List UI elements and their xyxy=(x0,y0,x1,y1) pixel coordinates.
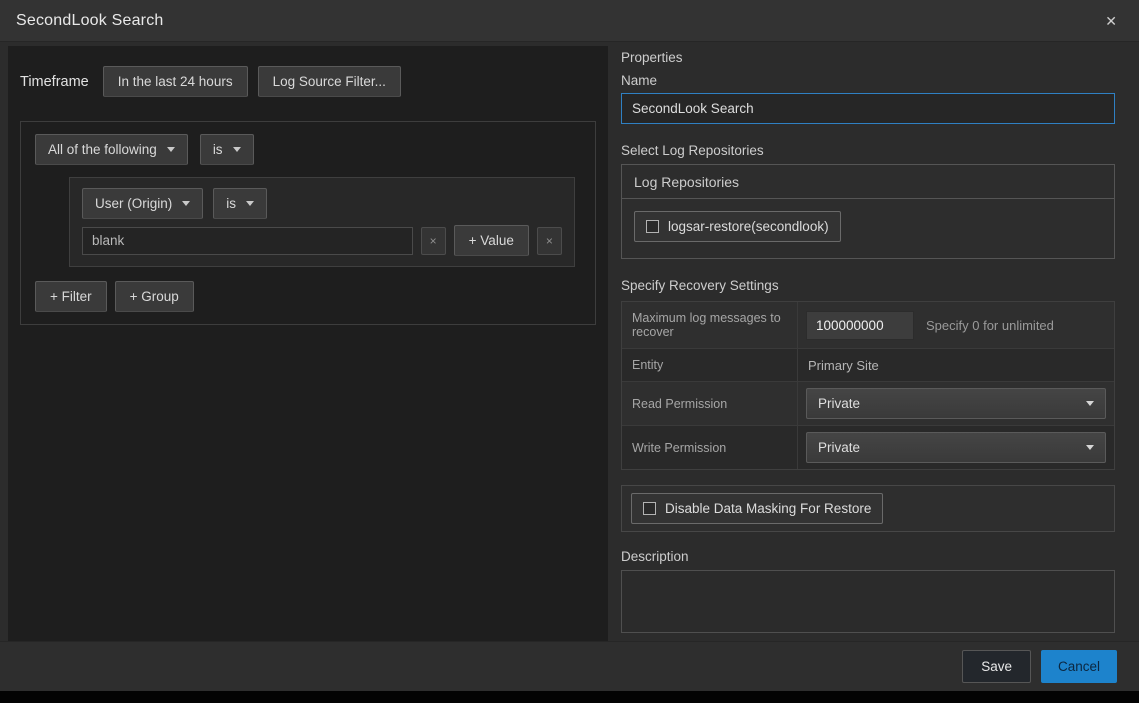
dialog-titlebar: SecondLook Search ✕ xyxy=(0,0,1139,42)
timeframe-row: Timeframe In the last 24 hours Log Sourc… xyxy=(20,66,596,97)
chevron-down-icon xyxy=(246,201,254,206)
table-row: Maximum log messages to recover Specify … xyxy=(622,302,1114,349)
secondlook-search-dialog: SecondLook Search ✕ Timeframe In the las… xyxy=(0,0,1139,703)
group-operator-label: All of the following xyxy=(48,142,157,157)
remove-filter-button[interactable]: × xyxy=(537,227,562,255)
chevron-down-icon xyxy=(182,201,190,206)
write-permission-value: Private xyxy=(818,440,860,455)
filter-rule-box: User (Origin) is × + Value × xyxy=(69,177,575,267)
cancel-button[interactable]: Cancel xyxy=(1041,650,1117,683)
log-repositories-box-title: Log Repositories xyxy=(622,165,1114,199)
filter-panel: Timeframe In the last 24 hours Log Sourc… xyxy=(8,46,608,641)
name-label: Name xyxy=(621,73,1115,88)
properties-section-label: Properties xyxy=(621,50,1115,65)
desktop-background-strip xyxy=(0,691,1139,703)
table-row: Read Permission Private xyxy=(622,382,1114,426)
add-filter-button[interactable]: + Filter xyxy=(35,281,107,312)
chevron-down-icon xyxy=(233,147,241,152)
dialog-footer: Save Cancel xyxy=(0,641,1139,691)
properties-panel: Properties Name Select Log Repositories … xyxy=(621,50,1115,638)
disable-masking-checkbox-item[interactable]: Disable Data Masking For Restore xyxy=(631,493,883,524)
rule-value-row: × + Value × xyxy=(82,225,562,256)
entity-cell: Primary Site xyxy=(798,349,1114,381)
save-button[interactable]: Save xyxy=(962,650,1031,683)
checkbox-icon[interactable] xyxy=(646,220,659,233)
data-masking-box: Disable Data Masking For Restore xyxy=(621,485,1115,532)
group-operator-dropdown[interactable]: All of the following xyxy=(35,134,188,165)
group-condition-dropdown[interactable]: is xyxy=(200,134,254,165)
log-repositories-list: logsar-restore(secondlook) xyxy=(622,199,1114,254)
group-operator-row: All of the following is xyxy=(35,134,581,165)
rule-field-row: User (Origin) is xyxy=(82,188,562,219)
add-group-button[interactable]: + Group xyxy=(115,281,194,312)
chevron-down-icon xyxy=(1086,445,1094,450)
remove-icon: × xyxy=(546,234,553,248)
read-permission-label: Read Permission xyxy=(622,382,798,425)
write-permission-cell: Private xyxy=(798,426,1114,469)
recovery-settings-table: Maximum log messages to recover Specify … xyxy=(621,301,1115,470)
rule-value-input[interactable] xyxy=(82,227,413,255)
rule-field-dropdown[interactable]: User (Origin) xyxy=(82,188,203,219)
rule-field-label: User (Origin) xyxy=(95,196,172,211)
max-messages-hint: Specify 0 for unlimited xyxy=(926,318,1054,333)
remove-value-button[interactable]: × xyxy=(421,227,446,255)
dialog-title: SecondLook Search xyxy=(16,12,164,30)
group-condition-label: is xyxy=(213,142,223,157)
repository-item-label: logsar-restore(secondlook) xyxy=(668,219,829,234)
close-button[interactable]: ✕ xyxy=(1099,10,1123,32)
read-permission-cell: Private xyxy=(798,382,1114,425)
recovery-settings-label: Specify Recovery Settings xyxy=(621,278,1115,293)
read-permission-value: Private xyxy=(818,396,860,411)
entity-value: Primary Site xyxy=(806,358,879,373)
read-permission-dropdown[interactable]: Private xyxy=(806,388,1106,419)
rule-condition-dropdown[interactable]: is xyxy=(213,188,267,219)
add-value-button[interactable]: + Value xyxy=(454,225,529,256)
chevron-down-icon xyxy=(1086,401,1094,406)
max-messages-input[interactable] xyxy=(806,311,914,340)
chevron-down-icon xyxy=(167,147,175,152)
table-row: Write Permission Private xyxy=(622,426,1114,469)
max-messages-cell: Specify 0 for unlimited xyxy=(798,302,1114,348)
remove-icon: × xyxy=(430,234,437,248)
timeframe-button[interactable]: In the last 24 hours xyxy=(103,66,248,97)
disable-masking-label: Disable Data Masking For Restore xyxy=(665,501,871,516)
write-permission-label: Write Permission xyxy=(622,426,798,469)
filter-group-box: All of the following is User (Origin) is xyxy=(20,121,596,325)
rule-condition-label: is xyxy=(226,196,236,211)
log-repositories-box: Log Repositories logsar-restore(secondlo… xyxy=(621,164,1115,259)
log-source-filter-button[interactable]: Log Source Filter... xyxy=(258,66,401,97)
entity-label: Entity xyxy=(622,349,798,381)
description-label: Description xyxy=(621,549,1115,564)
filter-actions-row: + Filter + Group xyxy=(35,281,581,312)
table-row: Entity Primary Site xyxy=(622,349,1114,382)
max-messages-label: Maximum log messages to recover xyxy=(622,302,798,348)
repository-checkbox-item[interactable]: logsar-restore(secondlook) xyxy=(634,211,841,242)
description-textarea[interactable] xyxy=(621,570,1115,633)
name-input[interactable] xyxy=(621,93,1115,124)
timeframe-label: Timeframe xyxy=(20,74,89,90)
select-log-repositories-label: Select Log Repositories xyxy=(621,143,1115,158)
close-icon: ✕ xyxy=(1105,13,1117,29)
write-permission-dropdown[interactable]: Private xyxy=(806,432,1106,463)
checkbox-icon[interactable] xyxy=(643,502,656,515)
